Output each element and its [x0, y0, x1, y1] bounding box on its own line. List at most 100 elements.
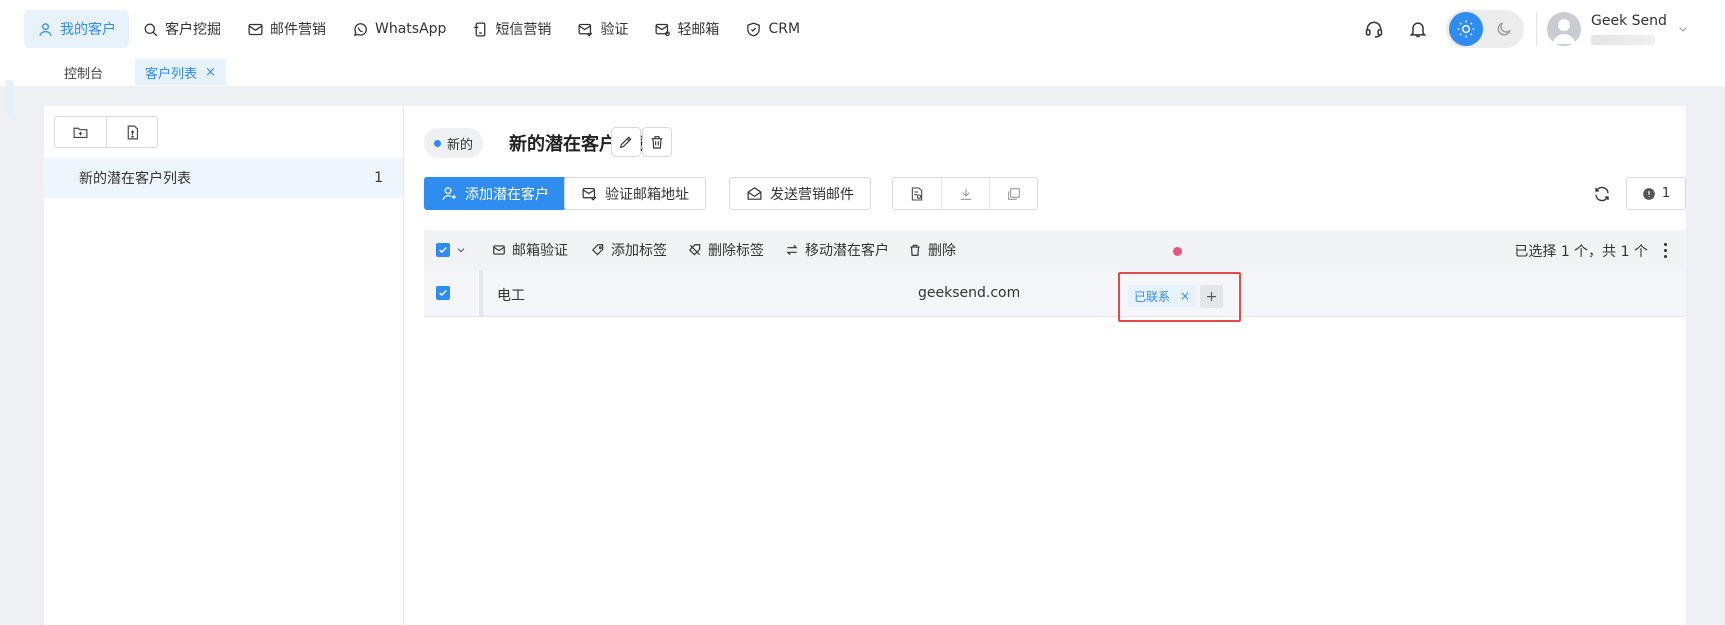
tag-remove-icon [688, 244, 701, 256]
nav-label: 邮件营销 [270, 22, 326, 38]
tab-label: 控制台 [64, 66, 104, 82]
download-button[interactable] [941, 178, 989, 209]
delete-list-button[interactable] [642, 127, 672, 157]
file-upload-icon [127, 125, 138, 139]
nav-label: 短信营销 [495, 22, 552, 38]
user-email-blurred [1591, 35, 1655, 45]
trash-icon [910, 244, 920, 256]
issue-count-button[interactable]: 1 [1626, 177, 1686, 210]
tab-label: 客户列表 [145, 66, 198, 82]
nav-label: 轻邮箱 [677, 22, 720, 38]
page-tabs: 控制台 客户列表 × [0, 58, 1725, 86]
nav-my-customers[interactable]: 我的客户 [24, 10, 129, 48]
trash-icon [651, 136, 663, 149]
alert-circle-icon [1643, 187, 1655, 200]
tag-label: 已联系 [1134, 289, 1171, 304]
list-item[interactable]: 新的潜在客户列表 1 [44, 158, 403, 198]
support-button[interactable] [1354, 9, 1394, 49]
add-lead-button[interactable]: 添加潜在客户 [424, 177, 566, 210]
copy-button[interactable] [989, 178, 1037, 209]
bulk-label: 邮箱验证 [512, 243, 568, 259]
user-plus-icon [442, 187, 456, 201]
tag-icon [591, 244, 604, 256]
export-tools [892, 177, 1038, 210]
list-item-count: 1 [374, 170, 383, 186]
import-file-button[interactable] [106, 117, 157, 147]
nav-label: WhatsApp [375, 21, 447, 37]
button-label: 发送营销邮件 [770, 186, 854, 203]
bulk-label: 移动潜在客户 [805, 243, 889, 259]
nav-crm[interactable]: CRM [732, 10, 813, 48]
nav-label: 客户挖掘 [165, 22, 221, 38]
report-button[interactable] [893, 178, 941, 209]
user-menu[interactable]: Geek Send [1591, 13, 1673, 45]
list-item-name: 新的潜在客户列表 [79, 171, 191, 187]
button-label: 添加潜在客户 [465, 186, 549, 203]
bulk-label: 添加标签 [611, 243, 667, 259]
theme-toggle[interactable] [1446, 10, 1524, 48]
more-options-icon[interactable] [1658, 241, 1672, 259]
row-checkbox[interactable] [436, 286, 450, 300]
close-icon[interactable]: × [205, 65, 216, 80]
mail-icon [248, 23, 263, 35]
mail-lite-icon [655, 23, 671, 36]
refresh-button[interactable] [1590, 182, 1614, 206]
bulk-email-verify-button[interactable]: 邮箱验证 [492, 230, 568, 270]
lead-tag[interactable]: 已联系 × [1128, 285, 1197, 307]
chevron-down-icon[interactable] [456, 245, 466, 255]
close-icon[interactable]: × [1180, 289, 1190, 303]
sun-icon [1457, 20, 1475, 38]
table-header: 邮箱验证 添加标签 删除标签 移动潜在客户 删除 已选择 1 个，共 1 个 [424, 230, 1686, 270]
bulk-move-lead-button[interactable]: 移动潜在客户 [785, 230, 889, 270]
list-sidebar: 新的潜在客户列表 1 [44, 106, 404, 625]
bulk-delete-button[interactable]: 删除 [908, 230, 956, 270]
selection-summary: 已选择 1 个，共 1 个 [1514, 244, 1648, 260]
pencil-icon [619, 136, 632, 149]
mail-check-icon [578, 23, 593, 37]
table-row[interactable]: 电工 geeksend.com 已联系 × + [424, 270, 1686, 322]
divider [1536, 12, 1537, 46]
download-icon [960, 188, 971, 200]
sidebar-edge-marker [6, 80, 14, 115]
light-mode-button[interactable] [1449, 12, 1483, 46]
select-all-checkbox[interactable] [436, 243, 450, 257]
new-folder-button[interactable] [55, 117, 106, 147]
copy-icon [1007, 187, 1020, 200]
nav-sms-marketing[interactable]: 短信营销 [459, 10, 564, 48]
crm-shield-icon [747, 21, 761, 37]
mail-open-icon [747, 187, 762, 200]
bulk-label: 删除标签 [708, 243, 764, 259]
list-tools [54, 116, 158, 148]
notification-button[interactable] [1398, 9, 1438, 49]
row-divider [479, 270, 483, 317]
nav-customer-mining[interactable]: 客户挖掘 [129, 10, 234, 48]
check-icon [439, 246, 447, 254]
lead-email: geeksend.com [918, 285, 1021, 301]
tag-cell-highlight: 已联系 × + [1118, 272, 1241, 322]
status-badge[interactable]: 新的 [424, 128, 484, 158]
dark-mode-button[interactable] [1489, 14, 1519, 44]
nav-lite-mailbox[interactable]: 轻邮箱 [641, 10, 732, 48]
main-nav: 我的客户 客户挖掘 邮件营销 WhatsApp 短信营销 验证 轻邮箱 CRM [24, 10, 813, 48]
button-label: 验证邮箱地址 [605, 186, 689, 203]
nav-whatsapp[interactable]: WhatsApp [339, 10, 459, 48]
avatar[interactable] [1547, 12, 1581, 46]
cursor-indicator [1173, 247, 1182, 256]
select-all[interactable] [436, 243, 466, 257]
tab-customer-list[interactable]: 客户列表 × [135, 59, 226, 85]
nav-verify[interactable]: 验证 [564, 10, 641, 48]
edit-title-button[interactable] [611, 127, 641, 157]
send-marketing-button[interactable]: 发送营销邮件 [729, 177, 871, 210]
top-right-controls: Geek Send [1354, 9, 1689, 49]
add-tag-button[interactable]: + [1200, 285, 1223, 308]
chevron-down-icon[interactable] [1677, 23, 1689, 35]
nav-label: 我的客户 [60, 22, 116, 38]
nav-email-marketing[interactable]: 邮件营销 [234, 10, 339, 48]
headset-icon [1365, 21, 1383, 38]
bulk-add-tag-button[interactable]: 添加标签 [591, 230, 667, 270]
whatsapp-icon [353, 22, 367, 36]
tab-dashboard[interactable]: 控制台 [54, 59, 113, 85]
bulk-remove-tag-button[interactable]: 删除标签 [688, 230, 764, 270]
verify-email-button[interactable]: 验证邮箱地址 [564, 177, 706, 210]
nav-label: CRM [768, 21, 801, 37]
